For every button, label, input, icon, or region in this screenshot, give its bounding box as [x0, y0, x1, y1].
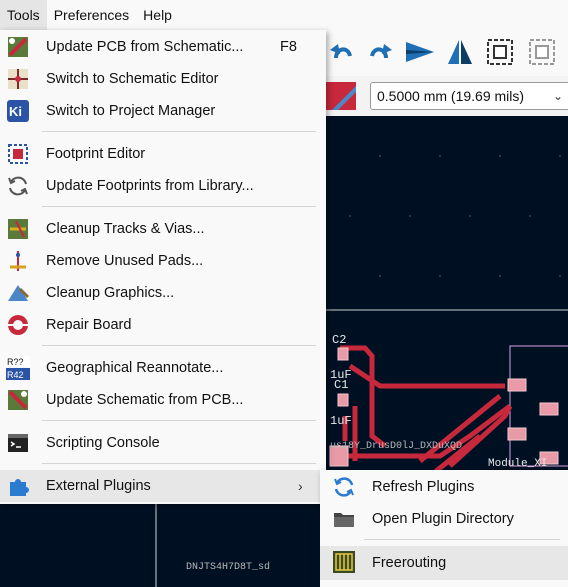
menu-preferences[interactable]: Preferences: [47, 0, 136, 30]
menu-item-remove-pads[interactable]: Remove Unused Pads...: [0, 245, 326, 277]
silk-uf2: 1uF: [330, 414, 352, 428]
flip-icon[interactable]: [404, 36, 436, 68]
track-width-icon[interactable]: [326, 82, 356, 110]
silk-c1: C1: [334, 378, 348, 392]
tools-menu: Update PCB from Schematic... F8 Switch t…: [0, 30, 326, 504]
silk-c2: C2: [332, 333, 346, 347]
kicad-logo-icon: Ki: [7, 100, 29, 122]
menu-item-cleanup-graphics[interactable]: Cleanup Graphics...: [0, 277, 326, 309]
redo-icon[interactable]: [364, 36, 396, 68]
main-toolbar: [326, 30, 568, 77]
chevron-right-icon: ›: [298, 478, 303, 494]
tracks: [330, 345, 513, 479]
menu-item-open-plugin-dir[interactable]: Open Plugin Directory: [320, 503, 568, 535]
menu-item-geo-reannotate[interactable]: R?? R42 Geographical Reannotate...: [0, 352, 326, 384]
update-pcb-icon: [8, 37, 28, 57]
menu-item-label: Repair Board: [46, 317, 132, 333]
svg-text:Ki: Ki: [9, 104, 22, 119]
freerouting-icon: [333, 551, 355, 573]
menu-item-scripting-console[interactable]: Scripting Console: [0, 427, 326, 459]
menu-item-label: Cleanup Tracks & Vias...: [46, 221, 205, 237]
menu-item-label: Cleanup Graphics...: [46, 285, 175, 301]
menu-item-label: Freerouting: [372, 555, 447, 571]
cleanup-graphics-icon: [8, 285, 30, 301]
menu-separator: [42, 420, 316, 421]
menu-item-label: Refresh Plugins: [372, 479, 475, 495]
update-schematic-icon: [8, 390, 28, 410]
module-outline: [509, 345, 568, 467]
grid-dots: [349, 155, 561, 277]
menu-item-repair-board[interactable]: Repair Board: [0, 309, 326, 341]
repair-board-icon: [8, 315, 28, 335]
menu-separator: [42, 345, 316, 346]
menu-separator: [42, 463, 316, 464]
ungroup-icon[interactable]: [526, 36, 558, 68]
menu-item-update-schematic[interactable]: Update Schematic from PCB...: [0, 384, 326, 416]
reannotate-icon: R?? R42: [6, 356, 30, 380]
menu-separator: [364, 539, 560, 540]
menu-bar: Tools Preferences Help: [0, 0, 568, 30]
grid-size-value: 0.5000 mm (19.69 mils): [377, 88, 525, 104]
menu-item-label: Switch to Project Manager: [46, 103, 216, 119]
silk-module: Module_XI: [488, 458, 547, 470]
shortcut-label: F8: [280, 39, 297, 55]
menu-item-label: Update Footprints from Library...: [46, 178, 254, 194]
refresh-icon: [334, 477, 354, 497]
menu-item-switch-schematic[interactable]: Switch to Schematic Editor: [0, 63, 326, 95]
svg-text:R??: R??: [7, 357, 24, 367]
menu-help[interactable]: Help: [136, 0, 179, 30]
menu-item-update-pcb[interactable]: Update PCB from Schematic... F8: [0, 31, 326, 63]
schematic-editor-icon: [8, 69, 28, 89]
menu-item-external-plugins[interactable]: External Plugins ›: [0, 470, 326, 502]
footprint-editor-icon: [8, 144, 28, 164]
menu-item-label: Open Plugin Directory: [372, 511, 514, 527]
console-icon: [8, 434, 28, 452]
mirror-icon[interactable]: [444, 36, 476, 68]
menu-item-update-footprints[interactable]: Update Footprints from Library...: [0, 170, 326, 202]
group-icon[interactable]: [484, 36, 516, 68]
menu-item-label: Scripting Console: [46, 435, 160, 451]
silk-mirrored-1: us18Y_DrusD0lJ_DXDuXQD: [330, 440, 462, 452]
refresh-icon: [8, 176, 28, 196]
menu-item-label: Geographical Reannotate...: [46, 360, 224, 376]
menu-item-footprint-editor[interactable]: Footprint Editor: [0, 138, 326, 170]
menu-item-label: Update Schematic from PCB...: [46, 392, 244, 408]
menu-item-freerouting[interactable]: Freerouting: [320, 546, 568, 580]
cleanup-tracks-icon: [8, 219, 28, 239]
menu-item-label: Update PCB from Schematic...: [46, 39, 244, 55]
menu-item-label: Remove Unused Pads...: [46, 253, 204, 269]
undo-icon[interactable]: [326, 36, 358, 68]
puzzle-icon: [10, 479, 29, 496]
chevron-down-icon: ⌄: [552, 89, 563, 103]
silk-mirrored-2: DNJTS4H7D8T_sd: [186, 561, 270, 573]
menu-separator: [42, 206, 316, 207]
menu-item-refresh-plugins[interactable]: Refresh Plugins: [320, 471, 568, 503]
svg-text:R42: R42: [7, 370, 24, 380]
folder-icon: [334, 513, 354, 527]
menu-item-label: Footprint Editor: [46, 146, 146, 162]
remove-pads-icon: [10, 251, 26, 271]
menu-separator: [42, 131, 316, 132]
grid-size-select[interactable]: 0.5000 mm (19.69 mils) ⌄: [370, 82, 568, 110]
menu-item-switch-project[interactable]: Ki Switch to Project Manager: [0, 95, 326, 127]
menu-item-label: Switch to Schematic Editor: [46, 71, 219, 87]
menu-tools[interactable]: Tools: [0, 0, 47, 30]
menu-item-cleanup-tracks[interactable]: Cleanup Tracks & Vias...: [0, 213, 326, 245]
plugins-submenu: Refresh Plugins Open Plugin Directory Fr…: [320, 470, 568, 587]
menu-item-label: External Plugins: [46, 478, 151, 494]
options-toolbar: 0.5000 mm (19.69 mils) ⌄: [326, 76, 568, 117]
